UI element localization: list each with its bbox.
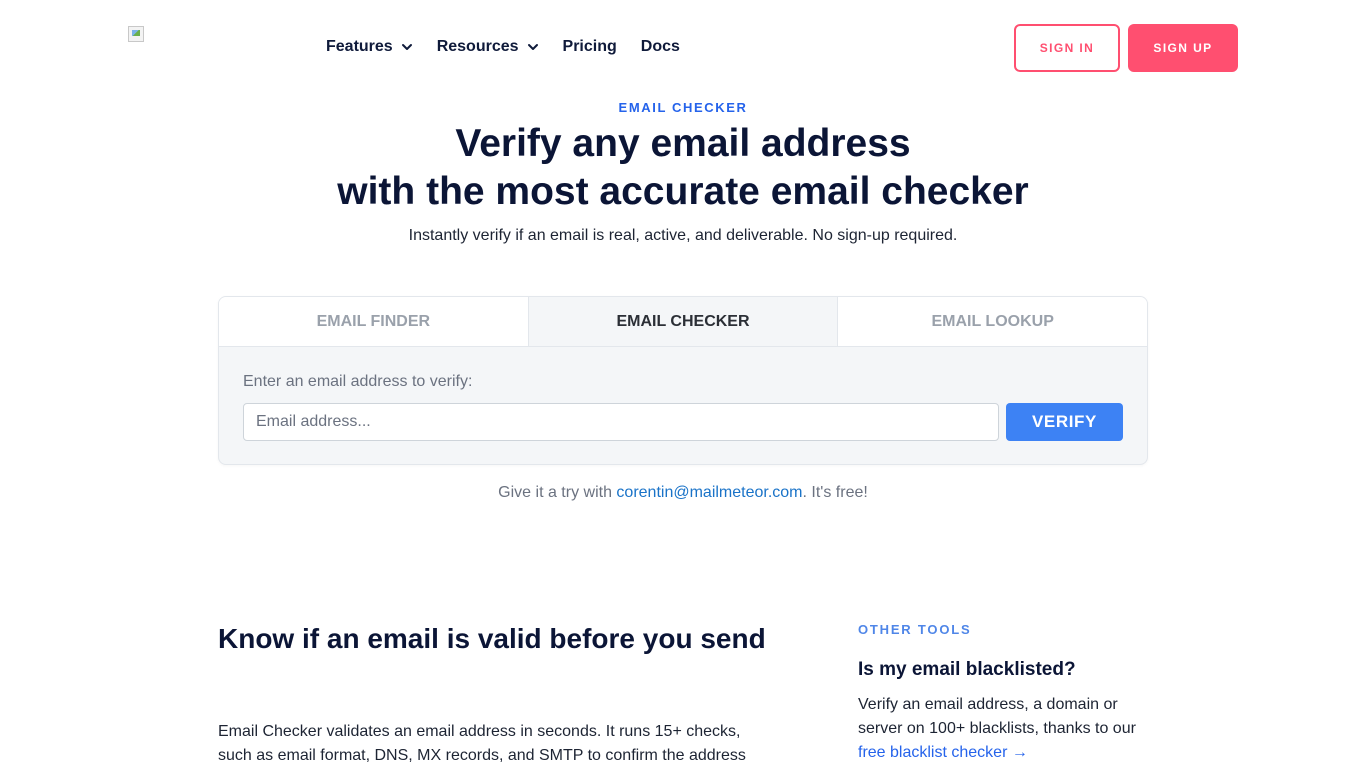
blacklist-tool-body: Verify an email address, a domain or ser… <box>858 693 1158 765</box>
page-title: Verify any email address with the most a… <box>0 120 1366 216</box>
tool-tabs: EMAIL FINDER EMAIL CHECKER EMAIL LOOKUP <box>219 297 1147 347</box>
email-field[interactable] <box>243 403 999 441</box>
verify-button[interactable]: VERIFY <box>1006 403 1123 441</box>
title-line-2: with the most accurate email checker <box>337 170 1029 213</box>
try-prefix: Give it a try with <box>498 484 617 501</box>
logo[interactable] <box>128 26 144 42</box>
nav-item-resources[interactable]: Resources <box>437 36 539 58</box>
title-line-1: Verify any email address <box>455 122 911 165</box>
broken-image-icon <box>128 26 144 42</box>
email-tool-card: EMAIL FINDER EMAIL CHECKER EMAIL LOOKUP … <box>218 296 1148 465</box>
sign-up-button[interactable]: SIGN UP <box>1128 24 1238 72</box>
nav-item-label: Pricing <box>562 38 617 55</box>
section-body: Email Checker validates an email address… <box>218 723 746 764</box>
hero-subtitle: Instantly verify if an email is real, ac… <box>408 227 958 244</box>
example-email-link[interactable]: corentin@mailmeteor.com <box>616 484 802 501</box>
main-nav: Features Resources Pricing Docs <box>326 36 704 58</box>
chevron-down-icon <box>401 41 413 53</box>
nav-item-features[interactable]: Features <box>326 36 413 58</box>
other-tools-eyebrow: OTHER TOOLS <box>858 622 972 637</box>
email-field-label: Enter an email address to verify: <box>243 373 473 390</box>
nav-item-docs[interactable]: Docs <box>641 36 680 58</box>
chevron-down-icon <box>527 41 539 53</box>
section-heading: Know if an email is valid before you sen… <box>218 623 766 654</box>
nav-item-label: Resources <box>436 38 519 55</box>
blacklist-checker-link[interactable]: free blacklist checker → <box>858 744 1028 761</box>
sign-in-button[interactable]: SIGN IN <box>1014 24 1120 72</box>
try-suffix: . It's free! <box>802 484 868 501</box>
tab-email-lookup[interactable]: EMAIL LOOKUP <box>838 297 1147 346</box>
blacklist-tool-title: Is my email blacklisted? <box>858 659 1076 680</box>
nav-item-label: Docs <box>640 38 680 55</box>
nav-item-label: Features <box>326 38 393 55</box>
nav-item-pricing[interactable]: Pricing <box>563 36 617 58</box>
hero-eyebrow: EMAIL CHECKER <box>618 100 748 115</box>
blacklist-tool-text: Verify an email address, a domain or ser… <box>858 696 1136 737</box>
try-hint: Give it a try with corentin@mailmeteor.c… <box>0 484 1366 502</box>
tab-email-finder[interactable]: EMAIL FINDER <box>219 297 529 346</box>
tab-email-checker[interactable]: EMAIL CHECKER <box>528 297 839 346</box>
